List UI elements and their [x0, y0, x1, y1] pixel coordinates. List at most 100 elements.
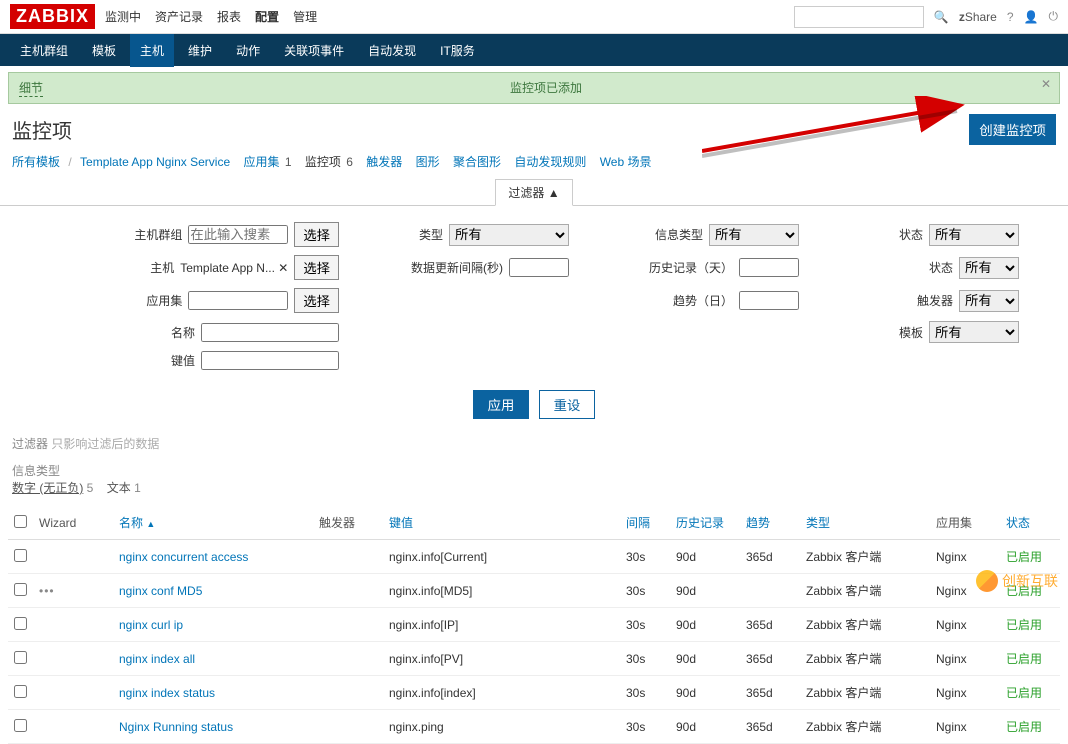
host-select-button[interactable]: 选择 — [294, 255, 339, 280]
banner-details-link[interactable]: 细节 — [19, 79, 43, 97]
trend-input[interactable] — [739, 291, 799, 310]
hostgroup-select-button[interactable]: 选择 — [294, 222, 339, 247]
items-count: 6 — [346, 155, 353, 169]
status-select[interactable]: 所有 — [959, 257, 1019, 279]
row-checkbox[interactable] — [14, 583, 27, 596]
col-key[interactable]: 键值 — [389, 516, 413, 530]
row-checkbox[interactable] — [14, 617, 27, 630]
navbar-item[interactable]: 动作 — [226, 34, 270, 67]
col-type[interactable]: 类型 — [806, 516, 830, 530]
col-history[interactable]: 历史记录 — [676, 516, 724, 530]
col-trend[interactable]: 趋势 — [746, 516, 770, 530]
item-name-link[interactable]: Nginx Running status — [119, 720, 233, 734]
row-checkbox[interactable] — [14, 719, 27, 732]
topmenu-item[interactable]: 配置 — [255, 8, 279, 25]
search-icon[interactable]: 🔍 — [934, 10, 949, 24]
crumb-all-templates[interactable]: 所有模板 — [12, 155, 60, 169]
key-input[interactable] — [201, 351, 339, 370]
topmenu-item[interactable]: 资产记录 — [155, 8, 203, 25]
subfilter-numeric[interactable]: 数字 (无正负) — [12, 481, 83, 495]
item-status-link[interactable]: 已启用 — [1006, 652, 1042, 666]
item-type: Zabbix 客户端 — [800, 540, 930, 574]
filter-toggle-row: 过滤器 ▲ — [0, 178, 1068, 206]
hostgroup-input[interactable] — [188, 225, 288, 244]
item-name-link[interactable]: nginx index all — [119, 652, 195, 666]
help-icon[interactable]: ? — [1007, 10, 1014, 24]
wizard-icon[interactable]: ••• — [39, 584, 55, 598]
row-checkbox[interactable] — [14, 685, 27, 698]
navbar-item[interactable]: 主机群组 — [10, 34, 78, 67]
tab-items[interactable]: 监控项 — [305, 155, 341, 169]
table-row: nginx index all nginx.info[PV] 30s 90d 3… — [8, 642, 1060, 676]
name-input[interactable] — [201, 323, 339, 342]
crumb-template[interactable]: Template App Nginx Service — [80, 155, 230, 169]
item-status-link[interactable]: 已启用 — [1006, 550, 1042, 564]
apply-button[interactable]: 应用 — [473, 390, 530, 419]
item-key: nginx.info[PV] — [383, 642, 620, 676]
logo[interactable]: ZABBIX — [10, 4, 95, 29]
breadcrumb: 所有模板 / Template App Nginx Service 应用集 1 … — [0, 149, 1068, 178]
share-link[interactable]: zShare — [959, 10, 997, 24]
item-name-link[interactable]: nginx curl ip — [119, 618, 183, 632]
filter-toggle[interactable]: 过滤器 ▲ — [495, 179, 572, 206]
table-row: nginx curl ip nginx.info[IP] 30s 90d 365… — [8, 608, 1060, 642]
template-select[interactable]: 所有 — [929, 321, 1019, 343]
navbar-item[interactable]: IT服务 — [430, 34, 485, 67]
navbar-item[interactable]: 主机 — [130, 34, 174, 67]
row-checkbox[interactable] — [14, 651, 27, 664]
state-select[interactable]: 所有 — [929, 224, 1019, 246]
infotype-select[interactable]: 所有 — [709, 224, 799, 246]
history-input[interactable] — [739, 258, 799, 277]
user-icon[interactable]: 👤 — [1024, 10, 1039, 24]
tab-aggr[interactable]: 聚合图形 — [453, 155, 501, 169]
item-name-link[interactable]: nginx conf MD5 — [119, 584, 202, 598]
topmenu-item[interactable]: 管理 — [293, 8, 317, 25]
tab-web[interactable]: Web 场景 — [600, 155, 652, 169]
tab-discovery[interactable]: 自动发现规则 — [514, 155, 586, 169]
topmenu-item[interactable]: 报表 — [217, 8, 241, 25]
item-history: 90d — [670, 710, 740, 744]
row-checkbox[interactable] — [14, 549, 27, 562]
tab-triggers[interactable]: 触发器 — [366, 155, 402, 169]
item-name-link[interactable]: nginx index status — [119, 686, 215, 700]
item-trend: 365d — [740, 540, 800, 574]
global-search-input[interactable] — [794, 6, 924, 28]
topmenu-item[interactable]: 监测中 — [105, 8, 141, 25]
item-type: Zabbix 客户端 — [800, 710, 930, 744]
col-name[interactable]: 名称 — [119, 516, 143, 530]
select-all-checkbox[interactable] — [14, 515, 27, 528]
subfilter-text[interactable]: 文本 — [107, 481, 131, 495]
name-label: 名称 — [171, 324, 195, 341]
item-type: Zabbix 客户端 — [800, 608, 930, 642]
topmenu: 监测中资产记录报表配置管理 — [105, 8, 317, 25]
table-row: nginx index status nginx.info[index] 30s… — [8, 676, 1060, 710]
template-label: 模板 — [899, 324, 923, 341]
create-item-button[interactable]: 创建监控项 — [969, 114, 1056, 145]
navbar-item[interactable]: 自动发现 — [358, 34, 426, 67]
host-chip[interactable]: Template App N... ✕ — [180, 261, 288, 275]
navbar-item[interactable]: 维护 — [178, 34, 222, 67]
item-status-link[interactable]: 已启用 — [1006, 720, 1042, 734]
table-row: nginx concurrent access nginx.info[Curre… — [8, 540, 1060, 574]
navbar-item[interactable]: 模板 — [82, 34, 126, 67]
reset-button[interactable]: 重设 — [539, 390, 596, 419]
power-icon[interactable]: ⏻ — [1049, 9, 1059, 24]
item-status-link[interactable]: 已启用 — [1006, 686, 1042, 700]
item-name-link[interactable]: nginx concurrent access — [119, 550, 248, 564]
appset-select-button[interactable]: 选择 — [294, 288, 339, 313]
success-banner: 细节 监控项已添加 ✕ — [8, 72, 1060, 104]
appset-input[interactable] — [188, 291, 288, 310]
tab-apps[interactable]: 应用集 — [243, 155, 279, 169]
item-key: nginx.info[index] — [383, 676, 620, 710]
trigger-select[interactable]: 所有 — [959, 290, 1019, 312]
close-icon[interactable]: ✕ — [1041, 77, 1051, 91]
tab-graphs[interactable]: 图形 — [416, 155, 440, 169]
col-interval[interactable]: 间隔 — [626, 516, 650, 530]
interval-input[interactable] — [509, 258, 569, 277]
navbar-item[interactable]: 关联项事件 — [274, 34, 354, 67]
table-row: Nginx Running status nginx.ping 30s 90d … — [8, 710, 1060, 744]
item-appset: Nginx — [930, 642, 1000, 676]
type-select[interactable]: 所有 — [449, 224, 569, 246]
col-status[interactable]: 状态 — [1006, 516, 1030, 530]
item-status-link[interactable]: 已启用 — [1006, 618, 1042, 632]
